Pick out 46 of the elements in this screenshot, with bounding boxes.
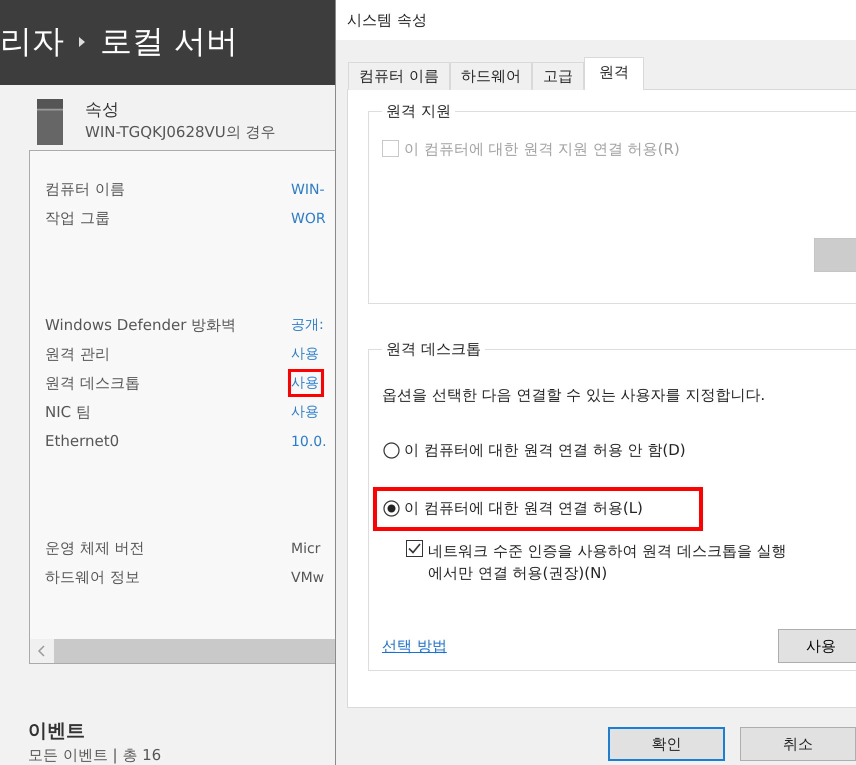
- property-label: 원격 관리: [44, 344, 111, 364]
- breadcrumb-item[interactable]: 리자: [0, 20, 64, 64]
- property-label: NIC 팀: [44, 402, 92, 422]
- property-label: Ethernet0: [44, 432, 120, 450]
- checkbox-label: 이 컴퓨터에 대한 원격 지원 연결 허용(R): [404, 140, 680, 159]
- description-text: 옵션을 선택한 다음 연결할 수 있는 사용자를 지정합니다.: [382, 386, 766, 405]
- property-link[interactable]: WOR: [291, 210, 326, 227]
- page-title: 로컬 서버: [100, 21, 238, 62]
- radio-option[interactable]: 이 컴퓨터에 대한 원격 연결 허용(L): [383, 499, 699, 518]
- radio-button[interactable]: [383, 442, 400, 459]
- chevron-icon: [78, 36, 86, 48]
- property-link[interactable]: WIN-: [291, 182, 324, 198]
- tab[interactable]: 하드웨어: [450, 62, 532, 90]
- property-link[interactable]: 사용: [291, 346, 319, 362]
- radio-button[interactable]: [383, 500, 400, 517]
- property-link[interactable]: 사용: [291, 375, 319, 392]
- property-label: 원격 데스크톱: [44, 374, 141, 393]
- section-title: 속성: [85, 98, 120, 121]
- property-label: 작업 그룹: [44, 208, 111, 228]
- property-label: 운영 체제 버전: [44, 538, 146, 558]
- tab[interactable]: 컴퓨터 이름: [348, 62, 450, 90]
- property-link[interactable]: 사용: [291, 404, 319, 420]
- window-title: 시스템 속성: [347, 10, 427, 30]
- property-link[interactable]: 공개:: [291, 317, 324, 334]
- section-title: 이벤트: [28, 719, 86, 744]
- property-value: Micr: [291, 540, 320, 557]
- tab[interactable]: 원격: [584, 57, 644, 90]
- scrollbar-thumb[interactable]: [54, 639, 335, 663]
- group-title: 원격 지원: [385, 102, 452, 121]
- property-value: VMw: [291, 570, 324, 586]
- group-title: 원격 데스크톱: [385, 340, 482, 359]
- event-summary: 모든 이벤트 | 총 16: [28, 746, 162, 765]
- tab[interactable]: 고급: [532, 62, 584, 90]
- checkbox-label: 네트워크 수준 인증을 사용하여 원격 데스크톱을 실행 에서만 연결 허용(권장)(N): [428, 541, 787, 584]
- help-link[interactable]: 선택 방법: [382, 636, 447, 656]
- cancel-button[interactable]: 취소: [740, 727, 856, 761]
- property-label: Windows Defender 방화벽: [44, 316, 238, 335]
- property-link[interactable]: 10.0.: [291, 434, 327, 450]
- server-name: WIN-TGQKJ0628VU의 경우: [85, 122, 276, 143]
- property-label: 컴퓨터 이름: [44, 180, 126, 199]
- select-users-button[interactable]: 사용: [778, 629, 856, 663]
- checkbox[interactable]: [406, 540, 423, 557]
- property-label: 하드웨어 정보: [44, 568, 141, 587]
- radio-option[interactable]: 이 컴퓨터에 대한 원격 연결 허용 안 함(D): [383, 441, 699, 460]
- server-icon: [37, 98, 63, 145]
- ok-button[interactable]: 확인: [608, 727, 725, 761]
